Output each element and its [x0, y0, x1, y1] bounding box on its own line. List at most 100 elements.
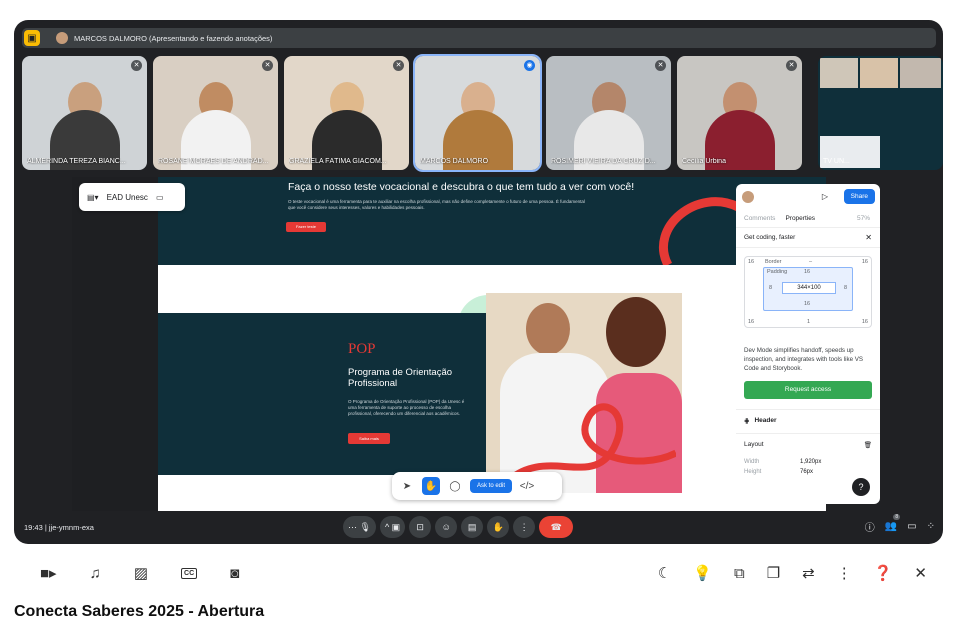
padding-label: Padding [767, 269, 788, 275]
more-vert-icon[interactable]: ⋮ [837, 564, 852, 582]
stack-icon[interactable]: ❐ [767, 564, 780, 582]
thumbnail [820, 58, 858, 88]
activities-icon[interactable]: ⁘ [927, 521, 935, 532]
loop-icon[interactable]: ⇄ [802, 564, 815, 582]
panel-header: ▷ Share [736, 184, 880, 210]
margin-value: 16 [861, 319, 868, 325]
learn-more-button[interactable]: Saiba mais [348, 433, 390, 444]
request-access-button[interactable]: Request access [744, 381, 872, 399]
chat-icon[interactable]: ▭ [907, 521, 916, 532]
multi-participant-tile[interactable]: TV UN... [818, 56, 943, 170]
more-audio-button[interactable]: ⋯ 🎙 [343, 516, 376, 538]
height-label: Height [744, 469, 762, 475]
participant-name: ROSIMERI VIEIRA DA CRUZ D... [551, 158, 656, 165]
help-button[interactable]: ? [852, 478, 870, 496]
layout-section: Layout 🗑 [736, 433, 880, 455]
picture-in-picture-icon[interactable]: ⧉ [734, 565, 745, 582]
present-icon: ▣ [24, 30, 40, 46]
figma-menu-icon[interactable]: ▤▾ [87, 193, 99, 202]
ask-to-edit-button[interactable]: Ask to edit [470, 479, 513, 493]
width-value: 1,920px [800, 459, 822, 465]
margin-value: 16 [748, 259, 755, 265]
clock: 19:43 [24, 523, 43, 532]
participant-tile[interactable]: ✕ Cecília Urbina [677, 56, 802, 170]
meeting-code: jje-ymnm-exa [48, 523, 94, 532]
more-options-button[interactable]: ⋮ [513, 516, 536, 538]
pop-description: O Programa de Orientação Profissional (P… [348, 399, 465, 416]
cursor-icon[interactable]: ➤ [398, 477, 416, 495]
padding-value: 16 [804, 269, 811, 275]
margin-value: 1 [807, 319, 811, 325]
participant-name: MARCOS DALMORO [420, 158, 489, 165]
presenter-label: MARCOS DALMORO (Apresentando e fazendo a… [74, 33, 273, 43]
info-icon[interactable]: ⓘ [865, 519, 875, 534]
border-value: – [809, 259, 813, 265]
code-icon[interactable]: </> [518, 477, 536, 495]
music-icon[interactable]: ♫ [90, 565, 101, 582]
emoji-button[interactable]: ☺ [435, 516, 458, 538]
tab-properties[interactable]: Properties [785, 215, 815, 222]
pop-card: POP Programa de Orientação Profissional … [158, 313, 488, 475]
photo-face [526, 303, 570, 355]
banner-description: O teste vocacional é uma ferramenta para… [288, 199, 585, 210]
figma-file-toolbar[interactable]: ▤▾ EAD Unesc ▭ [79, 183, 185, 211]
mic-off-icon: ✕ [786, 60, 797, 71]
padding-value: 16 [804, 301, 811, 307]
dark-mode-icon[interactable]: ☾ [658, 564, 671, 582]
presenter-bar: ▣ MARCOS DALMORO (Apresentando e fazendo… [22, 28, 936, 48]
video-camera-icon[interactable]: ■▸ [40, 564, 57, 582]
zoom-level[interactable]: 57% [857, 215, 870, 222]
header-section[interactable]: ⋕ Header [736, 409, 880, 431]
video-title: Conecta Saberes 2025 - Abertura [14, 603, 265, 619]
right-actions: ☾ 💡 ⧉ ❐ ⇄ ⋮ ❓ ✕ [658, 564, 927, 583]
participant-tile[interactable]: ✕ GRAZIELA FÁTIMA GIACOM... [284, 56, 409, 170]
help-icon[interactable]: ❓ [874, 564, 893, 582]
border-label: Border [765, 259, 782, 265]
play-icon[interactable]: ▷ [822, 192, 828, 201]
dev-mode-description: Dev Mode simplifies handoff, speeds up i… [744, 347, 864, 372]
margin-value: 16 [748, 319, 755, 325]
camera-icon[interactable]: ◙ [230, 565, 239, 582]
participant-tile[interactable]: ✕ ROSIMERI VIEIRA DA CRUZ D... [546, 56, 671, 170]
sidebar-toggle-icon[interactable]: ▭ [156, 193, 164, 202]
user-avatar[interactable] [742, 191, 754, 203]
tab-comments[interactable]: Comments [744, 215, 775, 222]
raise-hand-button[interactable]: ✋ [487, 516, 510, 538]
participant-name: GRAZIELA FÁTIMA GIACOM... [289, 158, 387, 165]
camera-button[interactable]: ^ ▣ [379, 516, 406, 538]
padding-value: 8 [769, 285, 773, 291]
meet-video-player[interactable]: ▣ MARCOS DALMORO (Apresentando e fazendo… [14, 20, 943, 544]
test-button[interactable]: Fazer teste [286, 222, 326, 232]
file-name: EAD Unesc [106, 192, 148, 202]
pop-subtitle: Programa de Orientação Profissional [348, 367, 453, 389]
participant-tile[interactable]: ✕ ALMERINDA TEREZA BIANC... [22, 56, 147, 170]
participant-tile[interactable]: ✕ ROSANE MORAES DE ANDRAD... [153, 56, 278, 170]
height-row: Height 76px [736, 465, 880, 475]
close-icon[interactable]: ✕ [865, 233, 872, 242]
side-controls: ⓘ 👥 8 ▭ ⁘ [865, 514, 935, 534]
shared-screen: Faça o nosso teste vocacional e descubra… [72, 177, 880, 511]
leave-call-button[interactable]: ☎ [539, 516, 574, 538]
people-icon[interactable]: 👥 8 [885, 514, 901, 532]
lightbulb-icon[interactable]: 💡 [693, 564, 712, 582]
coding-banner: Get coding, faster ✕ [736, 228, 880, 248]
padding-box: Padding 16 8 344×100 8 16 [763, 267, 853, 311]
trash-icon[interactable]: 🗑 [864, 441, 872, 449]
mic-off-icon: ✕ [393, 60, 404, 71]
captions-button[interactable]: ▤ [461, 516, 484, 538]
close-icon[interactable]: ✕ [914, 564, 927, 582]
thumbnail [900, 58, 941, 88]
participant-tile[interactable]: ◉ MARCOS DALMORO [413, 54, 542, 172]
present-button[interactable]: ⊡ [409, 516, 432, 538]
participant-strip: ✕ ALMERINDA TEREZA BIANC... ✕ ROSANE MOR… [22, 54, 943, 172]
photo-face [606, 297, 666, 367]
image-icon[interactable]: ▨ [134, 564, 148, 582]
height-value: 76px [800, 469, 814, 475]
width-row: Width 1,920px [736, 455, 880, 465]
meeting-info: 19:43 | jje-ymnm-exa [24, 523, 94, 532]
pop-title: POP [348, 341, 376, 357]
share-button[interactable]: Share [843, 189, 875, 204]
hand-icon[interactable]: ✋ [422, 477, 440, 495]
captions-icon[interactable]: CC [181, 567, 198, 579]
comment-icon[interactable]: ◯ [446, 477, 464, 495]
